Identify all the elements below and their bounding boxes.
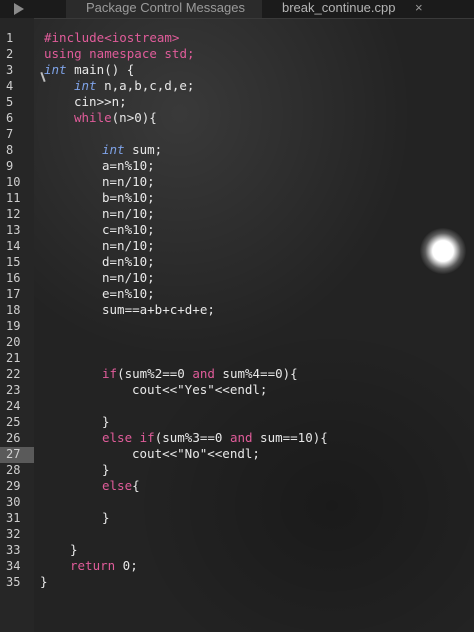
line-number: 16 xyxy=(6,271,21,285)
play-icon[interactable] xyxy=(14,3,24,15)
line-number: 30 xyxy=(6,495,21,509)
code-line-33: } xyxy=(70,542,78,557)
line-number: 19 xyxy=(6,319,21,333)
keyword-int: int xyxy=(102,142,125,157)
code-line-2: using namespace std; xyxy=(44,46,195,61)
line-number: 26 xyxy=(6,431,21,445)
line-number: 17 xyxy=(6,287,21,301)
line-number: 20 xyxy=(6,335,21,349)
keyword-else: else xyxy=(102,478,133,493)
code-line-18: sum==a+b+c+d+e; xyxy=(102,302,215,317)
line-number: 9 xyxy=(6,159,14,173)
code-line-28: } xyxy=(102,462,110,477)
code-text: { xyxy=(132,478,140,493)
line-number: 10 xyxy=(6,175,21,189)
code-text: sum%4==0){ xyxy=(214,366,298,381)
keyword-return: return xyxy=(70,558,116,573)
code-line-11: b=n%10; xyxy=(102,190,155,205)
photo-glare xyxy=(0,0,474,632)
code-line-26: else if(sum%3==0 and sum==10){ xyxy=(102,430,328,446)
code-line-35: } xyxy=(40,574,48,589)
line-number: 32 xyxy=(6,527,21,541)
line-number: 12 xyxy=(6,207,21,221)
code-text: n,a,b,c,d,e; xyxy=(96,78,195,93)
line-number: 4 xyxy=(6,79,14,93)
keyword-if: if xyxy=(102,366,118,381)
line-number: 7 xyxy=(6,127,14,141)
code-line-5: cin>>n; xyxy=(74,94,127,109)
code-line-23: cout<<"Yes"<<endl; xyxy=(132,382,268,397)
line-number: 25 xyxy=(6,415,21,429)
line-number: 11 xyxy=(6,191,21,205)
code-text: sum; xyxy=(124,142,163,157)
line-number: 15 xyxy=(6,255,21,269)
line-number: 8 xyxy=(6,143,14,157)
code-text: (sum%2==0 xyxy=(117,366,193,381)
code-line-14: n=n/10; xyxy=(102,238,155,253)
code-line-34: return 0; xyxy=(70,558,138,574)
code-line-31: } xyxy=(102,510,110,525)
code-line-6: while(n>0){ xyxy=(74,110,157,126)
line-number: 1 xyxy=(6,31,14,45)
code-line-4: int n,a,b,c,d,e; xyxy=(74,78,194,94)
line-number: 18 xyxy=(6,303,21,317)
line-number: 6 xyxy=(6,111,14,125)
line-number: 2 xyxy=(6,47,14,61)
line-number-gutter: 1 2 3 4 5 6 7 8 9 10 11 12 13 14 15 16 1… xyxy=(0,18,34,632)
code-line-8: int sum; xyxy=(102,142,162,158)
keyword-and: and xyxy=(229,430,253,445)
line-number: 31 xyxy=(6,511,21,525)
code-text: sum==10){ xyxy=(252,430,328,445)
line-number: 13 xyxy=(6,223,21,237)
code-line-15: d=n%10; xyxy=(102,254,155,269)
code-line-13: c=n%10; xyxy=(102,222,155,237)
code-line-1: #include<iostream> xyxy=(44,30,180,45)
keyword-while: while xyxy=(74,110,112,125)
code-line-3: int main() { xyxy=(44,62,134,78)
tab-bar: Package Control Messages break_continue.… xyxy=(0,0,474,19)
code-text: (sum%3==0 xyxy=(154,430,230,445)
code-text: main() { xyxy=(66,62,135,77)
code-line-12: n=n/10; xyxy=(102,206,155,221)
line-number: 24 xyxy=(6,399,21,413)
keyword-and: and xyxy=(192,366,215,381)
line-number: 29 xyxy=(6,479,21,493)
line-number: 33 xyxy=(6,543,21,557)
code-line-16: n=n/10; xyxy=(102,270,155,285)
code-line-27: cout<<"No"<<endl; xyxy=(132,446,260,461)
code-line-9: a=n%10; xyxy=(102,158,155,173)
line-number: 5 xyxy=(6,95,14,109)
line-number: 35 xyxy=(6,575,21,589)
line-number: 22 xyxy=(6,367,21,381)
code-text: (n>0){ xyxy=(111,110,157,125)
code-line-17: e=n%10; xyxy=(102,286,155,301)
line-number: 23 xyxy=(6,383,21,397)
code-line-10: n=n/10; xyxy=(102,174,155,189)
keyword-int: int xyxy=(74,78,97,93)
line-number: 27 xyxy=(6,447,21,461)
close-icon[interactable]: × xyxy=(415,0,423,15)
code-line-25: } xyxy=(102,414,110,429)
light-reflection xyxy=(420,228,466,274)
line-number: 3 xyxy=(6,63,14,77)
keyword-int: int xyxy=(44,62,67,77)
line-number: 34 xyxy=(6,559,21,573)
line-number: 21 xyxy=(6,351,21,365)
tab-package-control-messages[interactable]: Package Control Messages xyxy=(66,0,262,18)
code-line-29: else{ xyxy=(102,478,140,494)
line-number: 14 xyxy=(6,239,21,253)
tab-break-continue[interactable]: break_continue.cpp xyxy=(262,0,474,18)
code-line-22: if(sum%2==0 and sum%4==0){ xyxy=(102,366,298,382)
keyword-else-if: else if xyxy=(102,430,155,445)
line-number: 28 xyxy=(6,463,21,477)
code-text: 0; xyxy=(115,558,138,573)
